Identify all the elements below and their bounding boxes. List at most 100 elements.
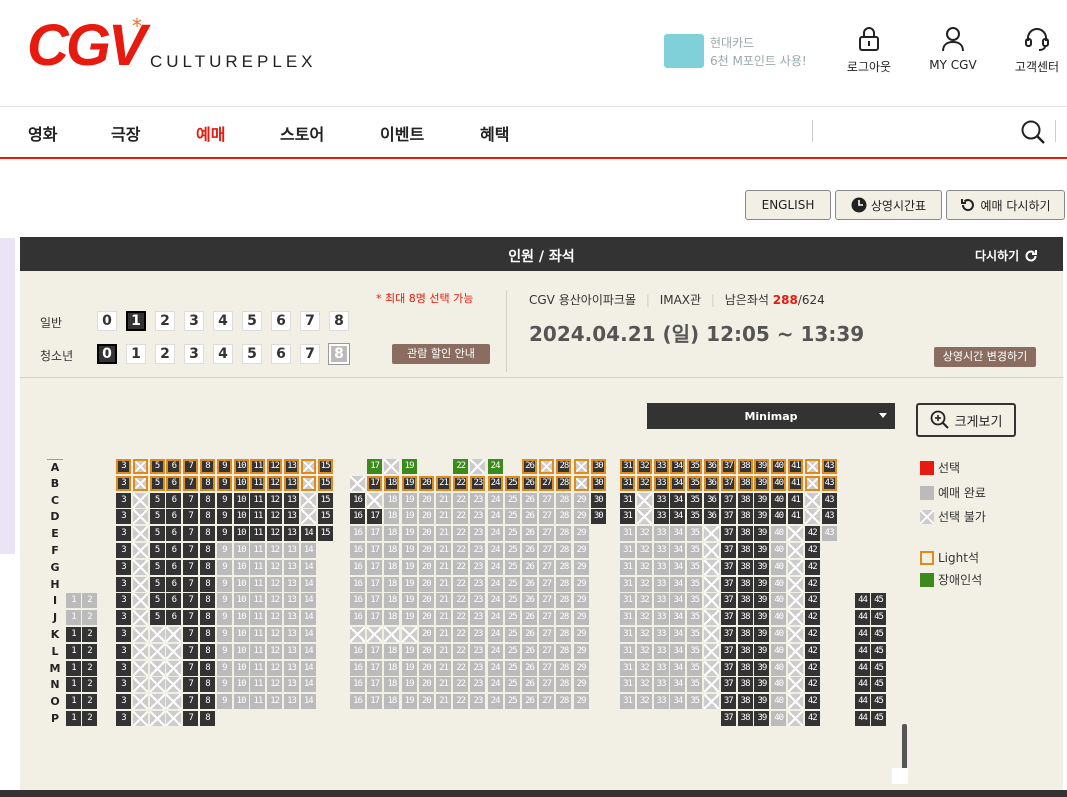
seat[interactable]: 8 — [200, 593, 215, 609]
nav-event[interactable]: 이벤트 — [380, 121, 424, 145]
schedule-button[interactable]: 상영시간표 — [835, 190, 942, 220]
seat[interactable]: 8 — [200, 459, 215, 474]
seat[interactable]: 11 — [250, 492, 266, 508]
seat[interactable]: 37 — [720, 593, 736, 609]
seat[interactable]: 8 — [200, 559, 215, 575]
seat[interactable]: 38 — [737, 543, 753, 558]
seat[interactable]: 6 — [166, 475, 182, 491]
seat[interactable]: 30 — [590, 492, 606, 508]
seat[interactable]: 3 — [116, 459, 131, 474]
seat[interactable]: 37 — [720, 475, 736, 491]
seat[interactable]: 1 — [66, 627, 81, 642]
seat[interactable]: 31 — [620, 475, 635, 491]
seat[interactable]: 7 — [183, 610, 199, 626]
seat[interactable]: 22 — [453, 459, 469, 474]
seat[interactable]: 37 — [720, 559, 736, 575]
seat[interactable]: 3 — [116, 610, 131, 626]
seat[interactable]: 39 — [754, 459, 770, 474]
seat[interactable]: 3 — [116, 694, 131, 710]
seat[interactable]: 6 — [166, 543, 182, 558]
seat[interactable]: 9 — [216, 492, 232, 508]
seat[interactable]: 38 — [737, 711, 753, 726]
seat[interactable]: 10 — [233, 492, 249, 508]
seat[interactable]: 8 — [200, 610, 215, 626]
seat[interactable]: 39 — [754, 475, 770, 491]
seat[interactable]: 3 — [116, 543, 131, 558]
seat[interactable]: 9 — [216, 509, 232, 525]
seat[interactable]: 38 — [737, 509, 753, 525]
seat[interactable]: 2 — [82, 627, 97, 642]
seat[interactable]: 38 — [737, 459, 753, 474]
seat[interactable]: 7 — [183, 459, 199, 474]
seat[interactable]: 39 — [754, 492, 770, 508]
seat[interactable]: 8 — [200, 492, 215, 508]
seat[interactable]: 45 — [871, 694, 886, 710]
seat[interactable]: 45 — [871, 677, 886, 693]
card-ad-line1[interactable]: 현대카드 — [710, 34, 754, 51]
seat[interactable]: 10 — [233, 509, 249, 525]
seat[interactable]: 7 — [183, 660, 199, 676]
people-option[interactable]: 8 — [328, 343, 350, 365]
seat[interactable]: 5 — [149, 610, 165, 626]
seat[interactable]: 6 — [166, 593, 182, 609]
seat[interactable]: 3 — [116, 711, 131, 726]
seat[interactable]: 44 — [855, 610, 870, 626]
people-option[interactable]: 4 — [213, 344, 233, 364]
seat[interactable]: 45 — [871, 627, 886, 642]
seat[interactable]: 5 — [149, 543, 165, 558]
seat[interactable]: 22 — [453, 475, 469, 491]
seat[interactable]: 44 — [855, 593, 870, 609]
seat[interactable]: 41 — [788, 509, 803, 525]
seat[interactable]: 17 — [367, 459, 383, 474]
seat[interactable]: 6 — [166, 492, 182, 508]
seat[interactable]: 20 — [418, 475, 434, 491]
seat[interactable]: 45 — [871, 610, 886, 626]
people-option[interactable]: 7 — [300, 311, 320, 331]
seat[interactable]: 36 — [704, 459, 719, 474]
seat[interactable]: 15 — [317, 459, 333, 474]
seat[interactable]: 15 — [317, 509, 333, 525]
seat[interactable]: 5 — [149, 559, 165, 575]
seat[interactable]: 6 — [166, 559, 182, 575]
rebook-button[interactable]: 예매 다시하기 — [946, 190, 1065, 220]
seat[interactable]: 8 — [200, 711, 215, 726]
seat[interactable]: 33 — [653, 492, 669, 508]
nav-benefit[interactable]: 혜택 — [480, 121, 509, 145]
seat[interactable]: 15 — [317, 475, 333, 491]
seat[interactable]: 31 — [620, 492, 635, 508]
minimap-select[interactable]: Minimap — [647, 403, 895, 429]
seat[interactable]: 41 — [788, 475, 803, 491]
seat[interactable]: 43 — [821, 475, 837, 491]
seat[interactable]: 6 — [166, 610, 182, 626]
seat[interactable]: 3 — [116, 593, 131, 609]
seat[interactable]: 37 — [720, 711, 736, 726]
people-option[interactable]: 4 — [213, 311, 233, 331]
seat[interactable]: 36 — [704, 509, 719, 525]
seat[interactable]: 42 — [804, 610, 820, 626]
seat[interactable]: 3 — [116, 526, 131, 542]
seat[interactable]: 39 — [754, 559, 770, 575]
seat[interactable]: 8 — [200, 509, 215, 525]
seat[interactable]: 5 — [149, 593, 165, 609]
seat[interactable]: 37 — [720, 627, 736, 642]
seat[interactable]: 13 — [284, 459, 299, 474]
seat[interactable]: 7 — [183, 576, 199, 592]
seat[interactable]: 8 — [200, 627, 215, 642]
seat[interactable]: 37 — [720, 660, 736, 676]
seat[interactable]: 43 — [821, 459, 837, 474]
seat[interactable]: 42 — [804, 711, 820, 726]
seat[interactable]: 40 — [771, 475, 787, 491]
seat[interactable]: 33 — [653, 475, 669, 491]
seat[interactable]: 17 — [367, 475, 383, 491]
seat[interactable]: 26 — [522, 459, 537, 474]
people-option[interactable]: 3 — [184, 344, 204, 364]
seat[interactable]: 38 — [737, 492, 753, 508]
seat[interactable]: 11 — [250, 475, 266, 491]
seat[interactable]: 7 — [183, 643, 199, 659]
seat[interactable]: 6 — [166, 576, 182, 592]
seat[interactable]: 24 — [487, 475, 503, 491]
seat[interactable]: 34 — [670, 509, 686, 525]
seat[interactable]: 5 — [149, 459, 165, 474]
seat[interactable]: 34 — [670, 492, 686, 508]
seat[interactable]: 38 — [737, 593, 753, 609]
